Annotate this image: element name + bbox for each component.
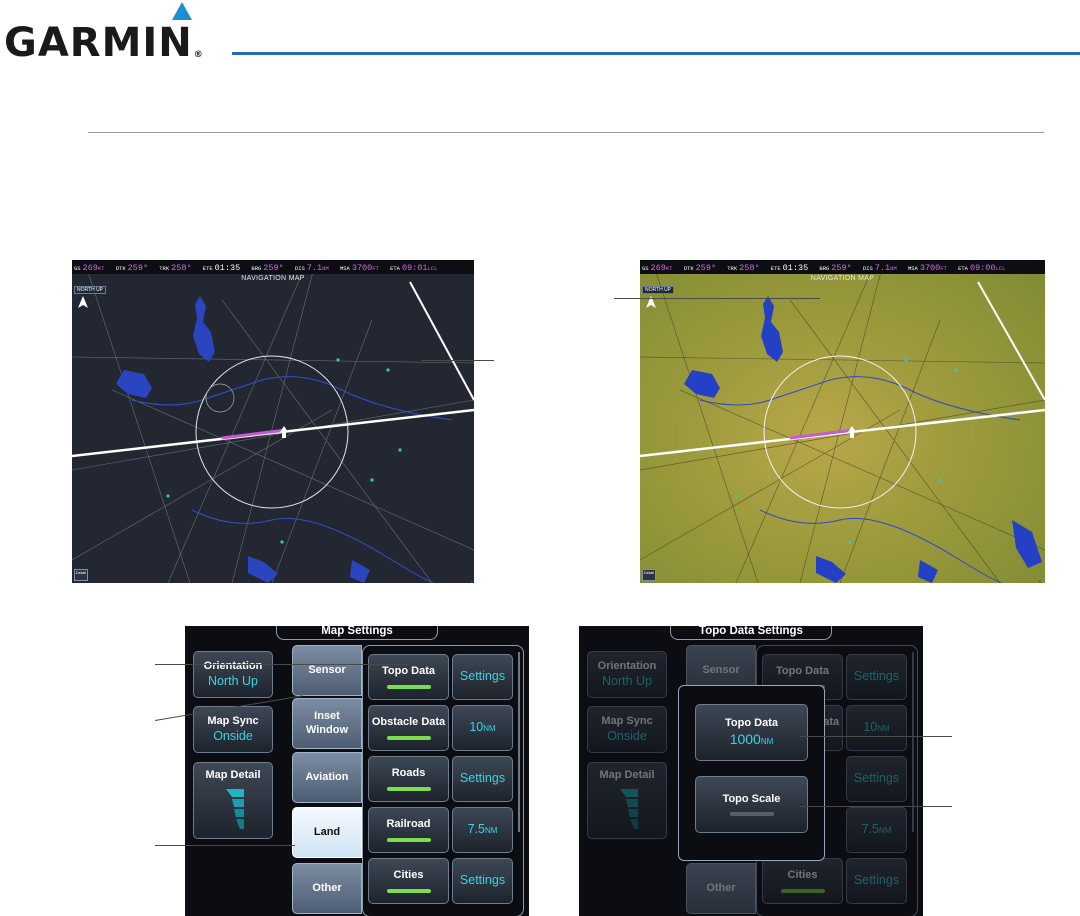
tab-land[interactable]: Land <box>292 807 362 858</box>
cities-toggle: Cities <box>762 858 843 904</box>
map-title: NAVIGATION MAP <box>810 275 875 282</box>
map-detail-indicator: Detail <box>642 569 656 581</box>
topo-data-settings-screen: Topo Data Settings Orientation North Up … <box>579 626 923 916</box>
map-detail-button[interactable]: Map Detail <box>193 762 273 839</box>
enabled-indicator <box>386 786 431 791</box>
railroad-range-button: 7.5NM <box>846 807 907 853</box>
disabled-indicator <box>729 812 774 817</box>
garmin-logo-triangle-icon <box>172 2 192 20</box>
obstacle-range-button: 10NM <box>846 705 907 751</box>
garmin-logo: GARMIN® <box>4 20 204 66</box>
cities-settings-button[interactable]: Settings <box>452 858 513 904</box>
map-graphics-right <box>640 260 1045 583</box>
callout-leader-topo-map <box>614 298 820 299</box>
enabled-indicator <box>780 888 825 893</box>
roads-settings-button[interactable]: Settings <box>452 756 513 802</box>
map-title: NAVIGATION MAP <box>241 275 305 282</box>
enabled-indicator <box>386 888 431 893</box>
callout-leader-topo-data-range <box>800 736 952 737</box>
railroad-toggle[interactable]: Railroad <box>368 807 449 853</box>
tab-sensor[interactable]: Sensor <box>292 645 362 696</box>
topo-data-toggle[interactable]: Topo Data <box>368 654 449 700</box>
cities-toggle[interactable]: Cities <box>368 858 449 904</box>
tab-inset-window[interactable]: Inset Window <box>292 698 362 749</box>
north-up-badge: NORTH UP <box>74 286 107 294</box>
map-settings-screen: Map Settings Orientation North Up Map Sy… <box>185 626 529 916</box>
railroad-range-button[interactable]: 7.5NM <box>452 807 513 853</box>
topo-data-range-button[interactable]: Topo Data 1000NM <box>695 704 808 761</box>
navigation-map-topo: GS 269KT DTK 259° TRK 258° ETE 01:35 BRG 259°… <box>640 260 1045 583</box>
nav-data-bar: GS 269KT DTK 259° TRK 258° ETE 01:35 BRG 259°… <box>640 260 1045 274</box>
nav-data-bar: GS 269KT DTK 259° TRK 258° ETE 01:35 BRG 259°… <box>72 260 474 274</box>
section-divider <box>88 132 1044 133</box>
callout-leader-topo-scale <box>800 806 952 807</box>
cities-settings-button: Settings <box>846 858 907 904</box>
panel-title: Map Settings <box>276 626 438 640</box>
enabled-indicator <box>386 735 431 740</box>
obstacle-data-toggle[interactable]: Obstacle Data <box>368 705 449 751</box>
orientation-button: Orientation North Up <box>587 651 667 698</box>
map-sync-button: Map Sync Onside <box>587 706 667 753</box>
topo-data-popup: Topo Data 1000NM Topo Scale <box>678 685 825 861</box>
callout-leader-land-tab <box>155 845 295 846</box>
roads-settings-button: Settings <box>846 756 907 802</box>
north-up-badge: NORTH UP <box>642 286 675 294</box>
panel-title: Topo Data Settings <box>670 626 832 640</box>
topo-scale-toggle[interactable]: Topo Scale <box>695 776 808 833</box>
north-arrow-icon <box>78 296 88 308</box>
tab-other[interactable]: Other <box>292 863 362 914</box>
map-detail-button: Map Detail <box>587 762 667 839</box>
map-detail-level-icon <box>620 788 638 829</box>
map-graphics-left <box>72 260 474 583</box>
navigation-map-default: GS 269KT DTK 259° TRK 258° ETE 01:35 BRG 259°… <box>72 260 474 583</box>
callout-leader-default-map <box>421 360 494 361</box>
header-rule <box>232 52 1080 55</box>
orientation-button[interactable]: Orientation North Up <box>193 651 273 698</box>
map-detail-indicator: Detail <box>74 569 88 581</box>
obstacle-range-button[interactable]: 10NM <box>452 705 513 751</box>
map-detail-level-icon <box>226 788 244 829</box>
topo-data-settings-button[interactable]: Settings <box>452 654 513 700</box>
roads-toggle[interactable]: Roads <box>368 756 449 802</box>
scrollbar[interactable] <box>518 652 520 832</box>
enabled-indicator <box>386 684 431 689</box>
enabled-indicator <box>386 837 431 842</box>
topo-data-settings-button: Settings <box>846 654 907 700</box>
tab-aviation[interactable]: Aviation <box>292 752 362 803</box>
map-sync-button[interactable]: Map Sync Onside <box>193 706 273 753</box>
tab-other: Other <box>686 863 756 914</box>
scrollbar <box>912 652 914 832</box>
callout-leader-topo-data <box>155 664 408 665</box>
